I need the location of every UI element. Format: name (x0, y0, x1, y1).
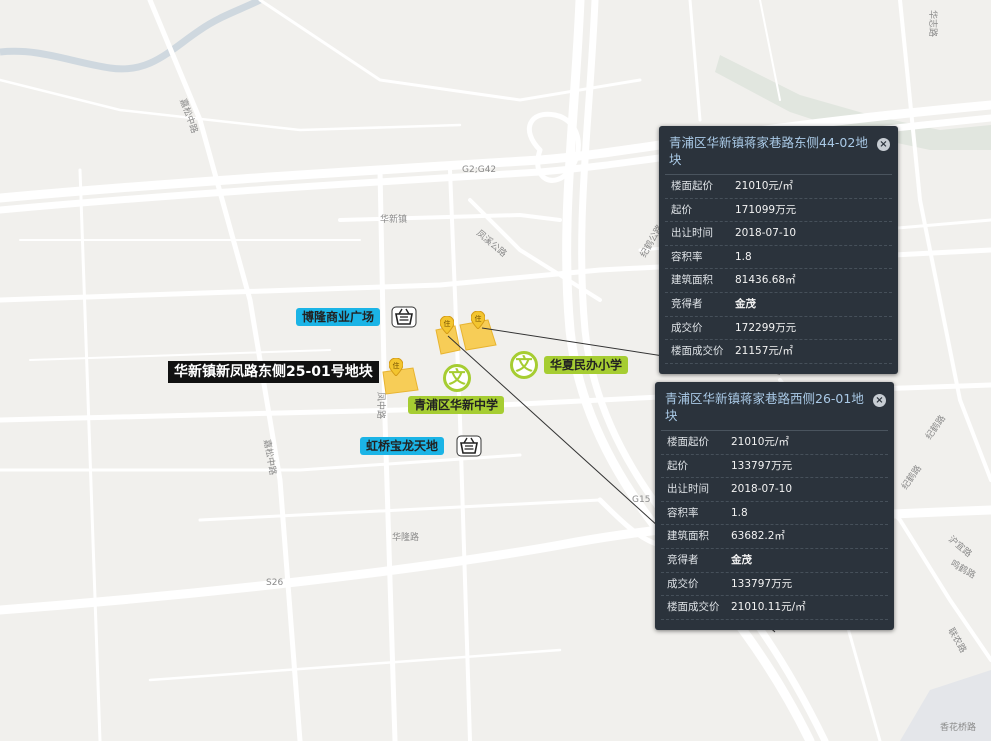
road-label-xianghuaqiao: 香花桥路 (940, 721, 976, 733)
shopping-basket-icon[interactable] (456, 435, 482, 457)
road-q (198, 498, 602, 522)
road-label-g15: G15 (632, 495, 650, 505)
poi-bolong-label[interactable]: 博隆商业广场 (296, 308, 381, 326)
road-m (0, 78, 462, 132)
plot-info-panel-26-01: 青浦区华新镇蒋家巷路西侧26-01地块 × 楼面起价 21010元/㎡ 起价 133… (655, 382, 894, 630)
residence-pin-icon[interactable]: 住 (471, 311, 485, 329)
shopping-basket-icon[interactable] (391, 306, 417, 328)
panel-title: 青浦区华新镇蒋家巷路东侧44-02地块 × (659, 126, 898, 172)
road-h (0, 453, 522, 472)
panel-title: 青浦区华新镇蒋家巷路西侧26-01地块 × (655, 382, 894, 428)
road-label-hualong: 华隆路 (392, 531, 419, 543)
school-icon[interactable]: 文 (510, 351, 538, 379)
road-label-huazhi: 华志路 (927, 10, 939, 37)
table-row: 容积率 1.8 (661, 502, 888, 526)
close-icon[interactable]: × (877, 138, 890, 151)
road-label-huaxinzhen: 华新镇 (380, 213, 407, 225)
road-i (78, 168, 102, 741)
table-row: 楼面成交价 21010.11元/㎡ (661, 596, 888, 620)
road-label-fengzhong: 凤中路 (375, 392, 387, 419)
residence-pin-icon[interactable]: 住 (389, 358, 403, 376)
school-icon[interactable]: 文 (443, 364, 471, 392)
panel-table: 楼面起价 21010元/㎡ 起价 133797万元 出让时间 2018-07-10 容… (661, 430, 888, 620)
poi-huaxia-primary-label[interactable]: 华夏民办小学 (544, 356, 629, 374)
residence-pin-icon[interactable]: 住 (440, 316, 454, 334)
close-icon[interactable]: × (873, 394, 886, 407)
svg-text:住: 住 (444, 319, 451, 328)
svg-text:住: 住 (475, 314, 482, 323)
road-label-jihe2: 纪鹤路 (923, 413, 948, 442)
road-label-minghe: 鸣鹤路 (949, 557, 978, 581)
table-row: 容积率 1.8 (665, 246, 892, 270)
panel-table: 楼面起价 21010元/㎡ 起价 171099万元 出让时间 2018-07-10 容… (665, 174, 892, 364)
poi-hongqiao-longfor-label[interactable]: 虹桥宝龙天地 (360, 437, 445, 455)
road-label-liannong: 联农路 (945, 626, 969, 655)
table-row: 楼面起价 21010元/㎡ (661, 431, 888, 455)
table-row: 出让时间 2018-07-10 (665, 222, 892, 246)
road-r (148, 648, 562, 682)
road-j (898, 0, 991, 482)
table-row: 竞得者 金茂 (661, 549, 888, 573)
panel-title-text: 青浦区华新镇蒋家巷路东侧44-02地块 (669, 135, 868, 167)
svg-text:住: 住 (393, 361, 400, 370)
table-row: 楼面起价 21010元/㎡ (665, 175, 892, 199)
poi-huaxin-middle-label[interactable]: 青浦区华新中学 (408, 396, 505, 414)
table-row: 建筑面积 63682.2㎡ (661, 525, 888, 549)
road-label-huyi: 沪宜路 (946, 533, 974, 560)
table-row: 建筑面积 81436.68㎡ (665, 269, 892, 293)
road-label-jihe3: 纪鹤路 (899, 463, 924, 492)
plot-info-panel-44-02: 青浦区华新镇蒋家巷路东侧44-02地块 × 楼面起价 21010元/㎡ 起价 171… (659, 126, 898, 374)
road-d (377, 167, 398, 741)
river (0, 0, 262, 73)
table-row: 起价 133797万元 (661, 455, 888, 479)
table-row: 楼面成交价 21157元/㎡ (665, 340, 892, 364)
road-n (688, 0, 702, 122)
table-row: 出让时间 2018-07-10 (661, 478, 888, 502)
table-row: 成交价 172299万元 (665, 317, 892, 341)
table-row: 竞得者 金茂 (665, 293, 892, 317)
road-t (29, 349, 331, 361)
road-label-s26: S26 (266, 578, 283, 588)
table-row: 成交价 133797万元 (661, 573, 888, 597)
panel-title-text: 青浦区华新镇蒋家巷路西侧26-01地块 (665, 391, 864, 423)
poi-plot-25-01-label[interactable]: 华新镇新凤路东侧25-01号地块 (168, 361, 379, 383)
table-row: 起价 171099万元 (665, 199, 892, 223)
road-label-g2: G2;G42 (462, 165, 496, 175)
